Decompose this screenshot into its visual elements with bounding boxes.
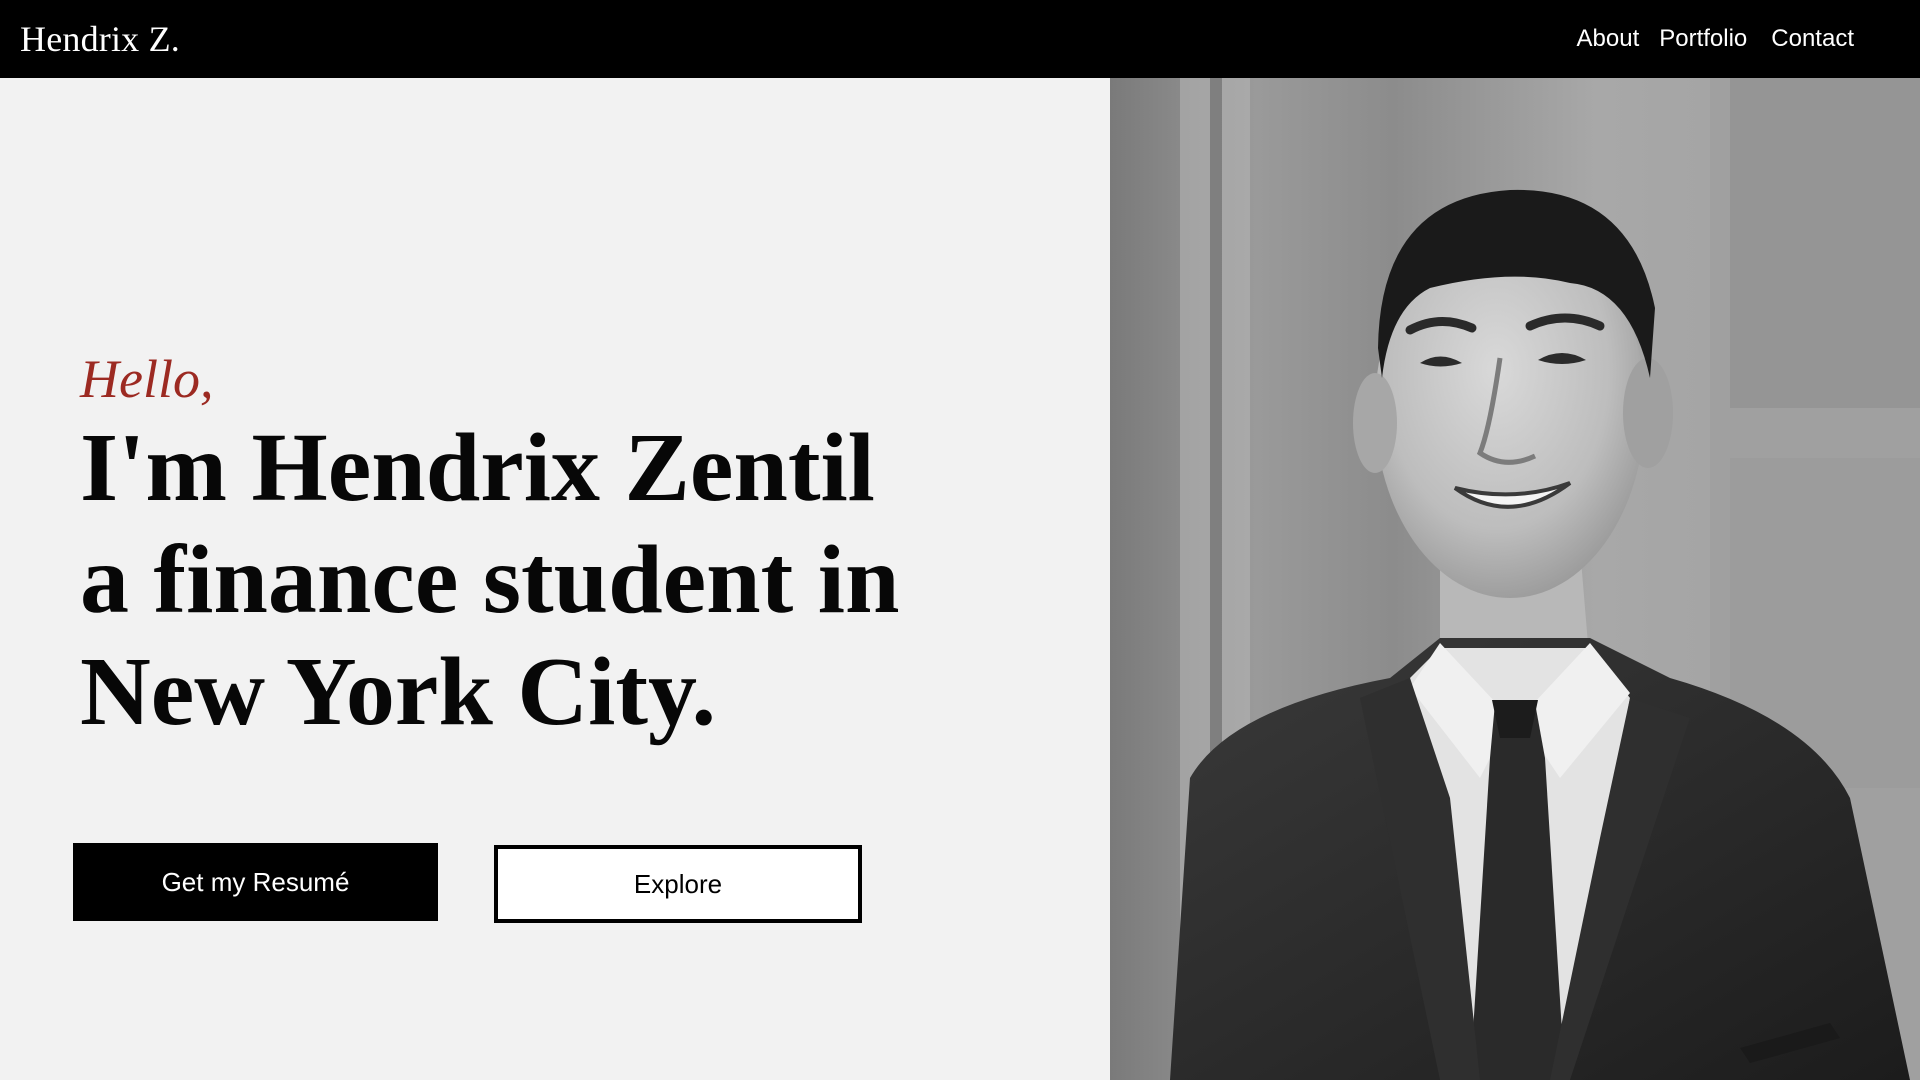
hero-headline: I'm Hendrix Zentil a finance student in … [80,412,1060,748]
explore-button[interactable]: Explore [494,845,862,923]
headline-line-2: a finance student in [80,526,900,634]
brand-logo[interactable]: Hendrix Z. [20,18,180,60]
headline-line-1: I'm Hendrix Zentil [80,414,875,522]
portrait-photo [1110,78,1920,1080]
nav-link-portfolio[interactable]: Portfolio [1659,25,1747,53]
headline-line-3: New York City. [80,638,717,746]
nav-link-about[interactable]: About [1577,25,1640,53]
nav-links: About Portfolio Contact [1577,25,1854,53]
nav-link-contact[interactable]: Contact [1771,25,1854,53]
navbar: Hendrix Z. About Portfolio Contact [0,0,1920,78]
get-resume-button[interactable]: Get my Resumé [73,843,438,921]
portrait-illustration [1110,78,1920,1080]
hero-greeting: Hello, [80,349,214,409]
